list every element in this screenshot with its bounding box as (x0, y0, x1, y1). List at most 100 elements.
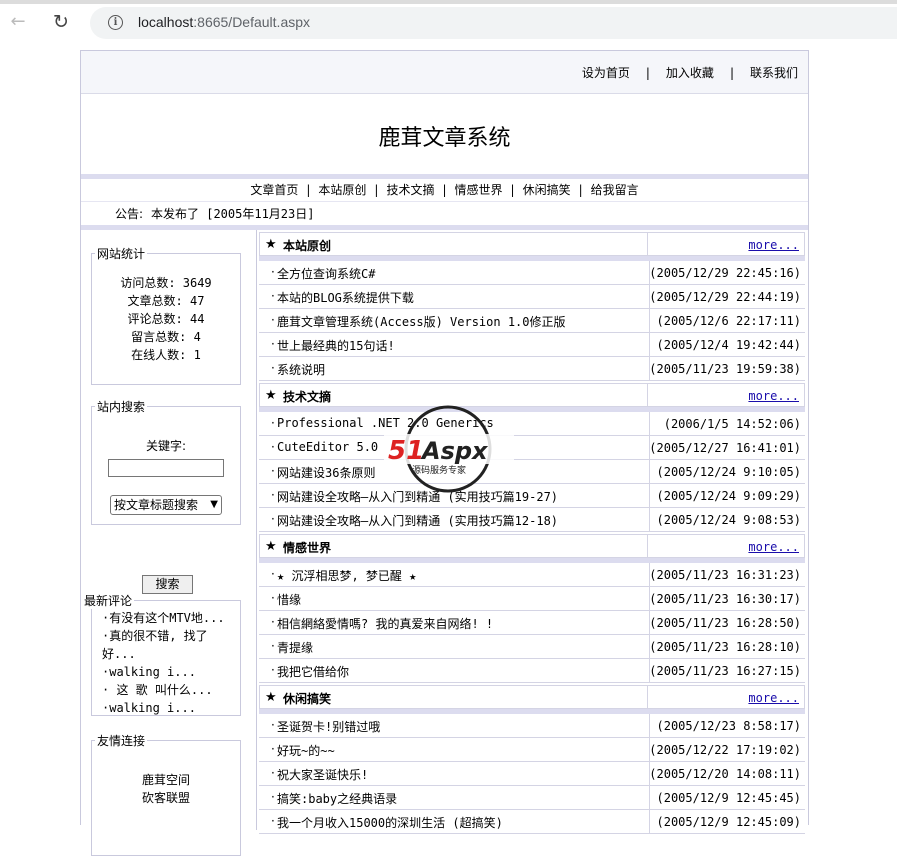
nav-item-home[interactable]: 文章首页 (250, 183, 298, 197)
article-date: (2005/11/23 19:59:38) (649, 362, 801, 376)
article-date: (2005/12/24 9:09:29) (656, 489, 802, 503)
section-header: ★ 休闲搞笑 more... (259, 685, 805, 709)
stat-online: 在线人数: 1 (131, 348, 201, 362)
comment-item[interactable]: ·有没有这个MTV地... (92, 609, 240, 627)
separator: | (306, 183, 311, 197)
bullet: · (271, 361, 275, 375)
more-link[interactable]: more... (748, 389, 799, 403)
keyword-input[interactable] (108, 459, 224, 477)
title-area: 鹿茸文章系统 (81, 94, 808, 174)
article-row: · CuteEditor 5.0 (2005/12/27 16:41:01) (259, 436, 805, 460)
search-title: 站内搜索 (97, 400, 146, 414)
nav-item-emotion[interactable]: 情感世界 (455, 183, 503, 197)
separator: | (442, 183, 447, 197)
bullet: · (271, 313, 275, 327)
nav-item-tech[interactable]: 技术文摘 (386, 183, 434, 197)
article-title-link[interactable]: 本站的BLOG系统提供下载 (277, 289, 414, 306)
address-bar[interactable]: i localhost:8665/Default.aspx (90, 7, 897, 39)
article-title-link[interactable]: 我一个月收入15000的深圳生活 (超搞笑) (277, 814, 503, 831)
article-row: · 鹿茸文章管理系统(Access版) Version 1.0修正版 (2005/1… (259, 309, 805, 333)
divider (649, 714, 650, 738)
article-title-link[interactable]: 惜缘 (277, 591, 301, 608)
article-date: (2005/12/27 16:41:01) (649, 441, 801, 455)
comment-item[interactable]: · 这 歌 叫什么... (92, 681, 240, 699)
article-date: (2005/12/24 9:10:05) (656, 465, 802, 479)
contact-link[interactable]: 联系我们 (750, 66, 798, 80)
article-title-link[interactable]: 全方位查询系统C# (277, 265, 375, 282)
article-title-link[interactable]: ★ 沉浮相思梦, 梦已醒 ★ (277, 567, 416, 584)
notice-bar: 公告: 本发布了 [2005年11月23日] (81, 201, 808, 226)
article-date: (2006/1/5 14:52:06) (663, 417, 801, 431)
article-title-link[interactable]: 搞笑:baby之经典语录 (277, 790, 397, 807)
search-box: 站内搜索 关键字: 按文章标题搜索 ▼ (91, 398, 241, 525)
article-row: · 我把它借给你 (2005/11/23 16:27:15) (259, 659, 805, 683)
comment-item[interactable]: ·walking i... (92, 699, 240, 717)
article-row: · 网站建设36条原则 (2005/12/24 9:10:05) (259, 460, 805, 484)
set-homepage-link[interactable]: 设为首页 (582, 66, 630, 80)
bullet: · (271, 488, 275, 502)
comment-item[interactable]: ·walking i... (92, 663, 240, 681)
article-date: (2005/12/22 17:19:02) (649, 743, 801, 757)
article-date: (2005/11/23 16:30:17) (649, 592, 801, 606)
bullet: · (271, 464, 275, 478)
nav-item-original[interactable]: 本站原创 (318, 183, 366, 197)
article-row: · ★ 沉浮相思梦, 梦已醒 ★ (2005/11/23 16:31:23) (259, 563, 805, 587)
article-row: · 全方位查询系统C# (2005/12/29 22:45:16) (259, 261, 805, 285)
bullet: · (271, 567, 275, 581)
divider (647, 384, 648, 406)
article-title-link[interactable]: 系统说明 (277, 361, 325, 378)
article-title-link[interactable]: 青提缘 (277, 639, 313, 656)
article-title-link[interactable]: 网站建设全攻略—从入门到精通 (实用技巧篇12-18) (277, 512, 558, 529)
bullet: · (271, 814, 275, 828)
main-content: ★ 本站原创 more... · 全方位查询系统C# (2005/12/29 22:45:… (256, 230, 807, 834)
divider (649, 786, 650, 810)
search-type-select[interactable]: 按文章标题搜索 ▼ (110, 495, 222, 515)
article-row: · 祝大家圣诞快乐! (2005/12/20 14:08:11) (259, 762, 805, 786)
section-title: 本站原创 (283, 239, 332, 253)
article-title-link[interactable]: 网站建设36条原则 (277, 464, 375, 481)
url-text[interactable]: localhost:8665/Default.aspx (138, 14, 310, 30)
article-title-link[interactable]: 相信網絡愛情嗎? 我的真爱来自网络! ! (277, 615, 493, 632)
friend-links-box: 友情连接 鹿茸空间 砍客联盟 (91, 732, 241, 856)
article-title-link[interactable]: 世上最经典的15句话! (277, 337, 395, 354)
divider (649, 460, 650, 484)
bullet: · (271, 766, 275, 780)
main-nav: 文章首页 | 本站原创 | 技术文摘 | 情感世界 | 休闲搞笑 | 给我留言 (81, 179, 808, 201)
nav-item-fun[interactable]: 休闲搞笑 (523, 183, 571, 197)
bullet: · (271, 289, 275, 303)
article-title-link[interactable]: 好玩~的~~ (277, 742, 335, 759)
add-favorite-link[interactable]: 加入收藏 (666, 66, 714, 80)
bullet: · (271, 512, 275, 526)
url-path: :8665/Default.aspx (193, 14, 311, 30)
nav-item-guestbook[interactable]: 给我留言 (591, 183, 639, 197)
comment-item[interactable]: ·真的很不错, 找了好... (92, 627, 240, 663)
article-title-link[interactable]: 鹿茸文章管理系统(Access版) Version 1.0修正版 (277, 313, 566, 330)
article-title-link[interactable]: 祝大家圣诞快乐! (277, 766, 368, 783)
reload-icon[interactable]: ↻ (50, 11, 72, 33)
stat-visits: 访问总数: 3649 (120, 276, 212, 290)
section-title: 技术文摘 (283, 390, 332, 404)
friend-link[interactable]: 砍客联盟 (92, 789, 240, 807)
info-icon[interactable]: i (108, 15, 123, 30)
friend-link[interactable]: 鹿茸空间 (92, 771, 240, 789)
keyword-label: 关键字: (145, 439, 187, 453)
article-date: (2005/11/23 16:31:23) (649, 568, 801, 582)
more-link[interactable]: more... (748, 238, 799, 252)
divider (649, 508, 650, 532)
article-row: · 青提缘 (2005/11/23 16:28:10) (259, 635, 805, 659)
more-link[interactable]: more... (748, 540, 799, 554)
article-title-link[interactable]: 圣诞贺卡!别错过哦 (277, 718, 380, 735)
more-link[interactable]: more... (748, 691, 799, 705)
comments-box: 最新评论 ·有没有这个MTV地... ·真的很不错, 找了好... ·walki… (84, 592, 241, 717)
sidebar: 网站统计 访问总数: 3649 文章总数: 47 评论总数: 44 留言总数: … (81, 230, 251, 856)
article-title-link[interactable]: 我把它借给你 (277, 663, 349, 680)
back-arrow-icon[interactable]: ← (7, 11, 29, 33)
bullet: · (271, 718, 275, 732)
bullet: · (271, 591, 275, 605)
article-date: (2005/12/6 22:17:11) (656, 314, 802, 328)
article-title-link[interactable]: CuteEditor 5.0 (277, 440, 378, 454)
bullet: · (271, 742, 275, 756)
article-date: (2005/12/29 22:45:16) (649, 266, 801, 280)
article-row: · 本站的BLOG系统提供下载 (2005/12/29 22:44:19) (259, 285, 805, 309)
article-row: · Professional .NET 2.0 Generics (2006/1/5… (259, 412, 805, 436)
